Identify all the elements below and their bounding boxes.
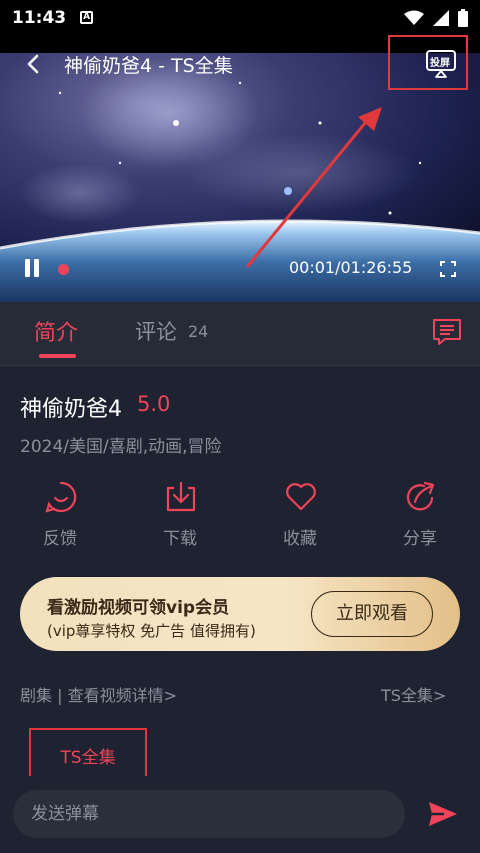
movie-rating: 5.0 xyxy=(137,392,171,416)
share-label: 分享 xyxy=(403,529,437,549)
vip-promo-banner[interactable]: 看激励视频可领vip会员 (vip尊享特权 免广告 值得拥有) 立即观看 xyxy=(20,577,460,651)
notification-icon: A xyxy=(80,11,94,24)
wifi-icon xyxy=(404,10,424,25)
timecode: 00:01/01:26:55 xyxy=(289,258,413,277)
status-bar: 11:43 A xyxy=(0,0,480,35)
action-row: 反馈 下载 收藏 分享 xyxy=(0,480,480,555)
favorite-button[interactable]: 收藏 xyxy=(260,480,340,552)
progress-handle[interactable] xyxy=(58,264,69,275)
movie-title: 神偷奶爸4 xyxy=(20,397,122,422)
share-icon xyxy=(406,481,435,511)
feedback-label: 反馈 xyxy=(43,529,77,549)
movie-meta: 2024/美国/喜剧,动画,冒险 xyxy=(20,437,222,457)
all-episodes-link[interactable]: TS全集> xyxy=(381,682,446,706)
danmaku-input[interactable] xyxy=(13,790,405,838)
vip-title: 看激励视频可领vip会员 xyxy=(47,598,230,618)
share-button[interactable]: 分享 xyxy=(380,480,460,552)
send-icon[interactable] xyxy=(428,801,458,827)
signal-icon xyxy=(433,9,449,26)
pause-icon-bar xyxy=(34,259,39,277)
video-player[interactable]: 神偷奶爸4 - TS全集 投屏 00:01/01:26:55 xyxy=(0,35,480,302)
heart-icon xyxy=(286,483,316,511)
watch-now-button[interactable]: 立即观看 xyxy=(311,591,433,637)
clock: 11:43 xyxy=(12,7,67,28)
battery-icon xyxy=(458,8,468,27)
feedback-icon xyxy=(45,481,77,513)
favorite-label: 收藏 xyxy=(283,529,317,549)
tab-comments[interactable]: 评论 xyxy=(135,316,177,346)
pause-icon-bar xyxy=(25,259,30,277)
vip-subtitle: (vip尊享特权 免广告 值得拥有) xyxy=(47,622,256,640)
detail-tabs: 简介 评论 24 xyxy=(0,302,480,366)
active-tab-indicator xyxy=(39,354,76,358)
tab-intro[interactable]: 简介 xyxy=(34,315,78,347)
download-label: 下载 xyxy=(163,529,197,549)
episodes-header-link[interactable]: 剧集 | 查看视频详情> xyxy=(20,682,177,706)
download-icon xyxy=(166,481,196,512)
pause-button[interactable] xyxy=(23,259,41,279)
danmaku-list-icon[interactable] xyxy=(431,317,463,347)
fullscreen-icon[interactable] xyxy=(440,261,456,277)
comments-count: 24 xyxy=(188,322,209,341)
player-controls: 00:01/01:26:55 xyxy=(0,255,480,285)
danmaku-bar xyxy=(0,776,480,853)
feedback-button[interactable]: 反馈 xyxy=(20,480,100,552)
download-button[interactable]: 下载 xyxy=(140,480,220,552)
